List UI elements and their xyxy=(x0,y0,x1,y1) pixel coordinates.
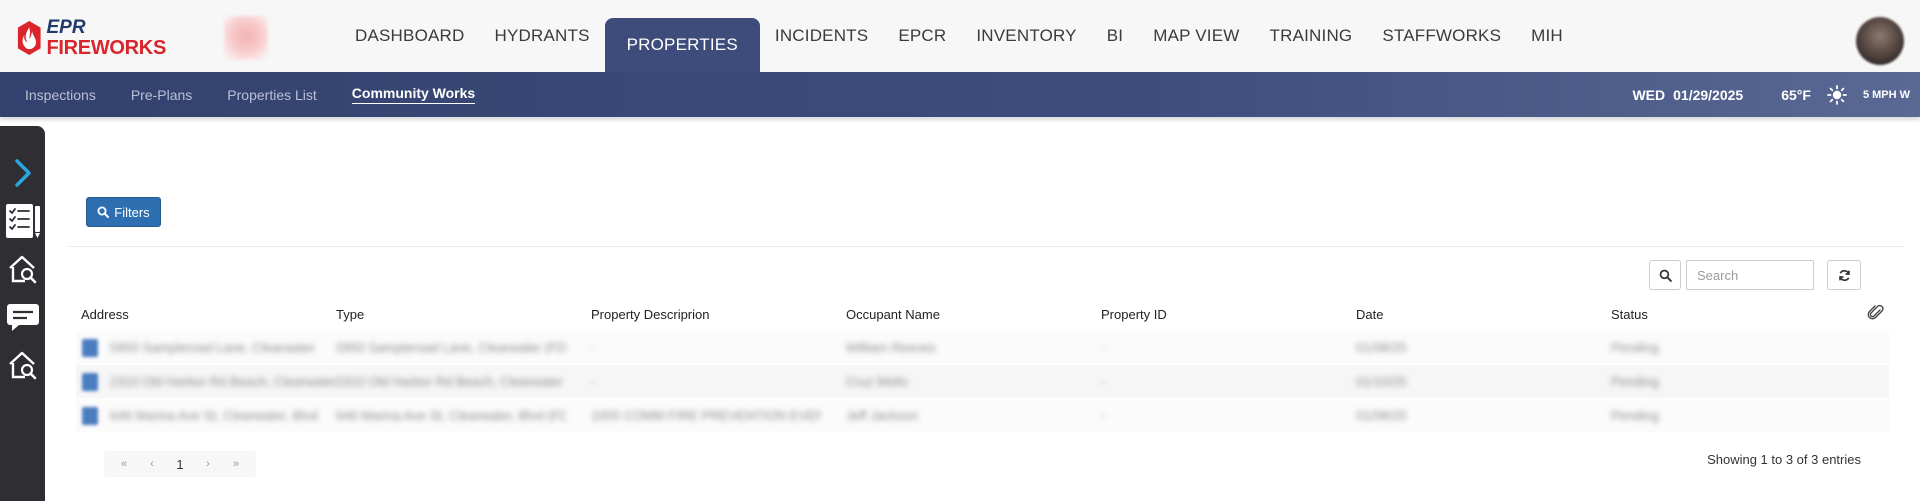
subnav-pre-plans[interactable]: Pre-Plans xyxy=(131,87,192,103)
page-next-button[interactable]: › xyxy=(194,458,222,470)
flame-logo-icon xyxy=(17,20,41,56)
nav-epcr[interactable]: EPCR xyxy=(883,0,961,72)
house-search-icon xyxy=(9,255,37,284)
search-button[interactable] xyxy=(1649,260,1681,290)
rail-chat-button[interactable] xyxy=(4,298,42,336)
cell-description: - xyxy=(591,340,596,355)
col-date[interactable]: Date xyxy=(1356,307,1383,322)
chevron-right-icon xyxy=(15,159,31,187)
page-prev-button[interactable]: ‹ xyxy=(138,458,166,470)
cell-description: - xyxy=(591,374,596,389)
cell-address: 646 Marina Ave St, Clearwater, Blvd xyxy=(110,408,318,423)
col-property-description[interactable]: Property Descriprion xyxy=(591,307,710,322)
sun-icon xyxy=(1827,84,1847,105)
cell-occupant: Cruz Mello xyxy=(846,374,909,389)
cell-type: 2310 Old Harbor Rd Beach, Clearwater (FD… xyxy=(336,374,566,389)
page-current[interactable]: 1 xyxy=(166,457,194,472)
weather-day: WED xyxy=(1632,86,1666,103)
subnav-community-works[interactable]: Community Works xyxy=(351,85,476,104)
main-nav: DASHBOARD HYDRANTS PROPERTIES INCIDENTS … xyxy=(340,0,1578,72)
weather-wind: 5 MPH W xyxy=(1862,88,1910,101)
filters-button[interactable]: Filters xyxy=(86,197,161,227)
rail-property-search-button[interactable] xyxy=(4,250,42,288)
filters-button-label: Filters xyxy=(114,204,150,220)
entries-info: Showing 1 to 3 of 3 entries xyxy=(1707,452,1861,467)
row-select-checkbox[interactable] xyxy=(82,407,98,425)
logo-fireworks-text: FIREWORKS xyxy=(46,37,166,59)
nav-staffworks[interactable]: STAFFWORKS xyxy=(1367,0,1516,72)
nav-training[interactable]: TRAINING xyxy=(1255,0,1368,72)
table-row[interactable]: 5950 Sampleroad Lane, Clearwater 5950 Sa… xyxy=(76,330,1889,364)
refresh-button[interactable] xyxy=(1827,260,1861,290)
nav-incidents[interactable]: INCIDENTS xyxy=(760,0,883,72)
cell-status: Pending xyxy=(1611,340,1659,355)
table-row[interactable]: 646 Marina Ave St, Clearwater, Blvd 646 … xyxy=(76,398,1889,432)
community-works-table: Address Type Property Descriprion Occupa… xyxy=(76,300,1889,432)
col-type[interactable]: Type xyxy=(336,307,364,322)
cell-property-id: - xyxy=(1101,408,1106,423)
subnav-properties-list[interactable]: Properties List xyxy=(227,87,316,103)
user-avatar[interactable] xyxy=(1856,17,1904,65)
col-occupant-name[interactable]: Occupant Name xyxy=(846,307,940,322)
table-header: Address Type Property Descriprion Occupa… xyxy=(76,300,1889,330)
subnav-inspections[interactable]: Inspections xyxy=(25,87,96,103)
sub-navbar: Inspections Pre-Plans Properties List Co… xyxy=(0,72,1920,117)
house-search-icon xyxy=(9,351,37,380)
cell-date: 01/08/25 xyxy=(1356,408,1407,423)
logo-epr-text: EPR xyxy=(46,17,86,38)
cell-status: Pending xyxy=(1611,408,1659,423)
pagination: « ‹ 1 › » xyxy=(104,451,256,477)
cell-address: 5950 Sampleroad Lane, Clearwater xyxy=(110,340,316,355)
weather-widget: WED 01/29/2025 65°F 5 MPH W xyxy=(1632,72,1910,117)
nav-bi[interactable]: BI xyxy=(1092,0,1138,72)
col-address[interactable]: Address xyxy=(81,307,129,322)
paperclip-icon[interactable] xyxy=(1867,304,1885,322)
nav-properties[interactable]: PROPERTIES xyxy=(604,18,760,72)
top-navbar: EPR FIREWORKS DASHBOARD HYDRANTS PROPERT… xyxy=(0,0,1920,72)
cell-description: 1005 COMM FIRE PREVENTION EVENTS xyxy=(591,408,821,423)
row-select-checkbox[interactable] xyxy=(82,339,98,357)
cell-address: 2310 Old Harbor Rd Beach, Clearwater xyxy=(110,374,337,389)
nav-dashboard[interactable]: DASHBOARD xyxy=(340,0,480,72)
page-last-button[interactable]: » xyxy=(222,458,250,470)
cell-occupant: Jeff Jackson xyxy=(846,408,919,423)
cell-date: 01/08/25 xyxy=(1356,340,1407,355)
rail-checklist-button[interactable] xyxy=(4,202,42,240)
col-property-id[interactable]: Property ID xyxy=(1101,307,1167,322)
weather-date: 01/29/2025 xyxy=(1673,86,1744,103)
table-row[interactable]: 2310 Old Harbor Rd Beach, Clearwater 231… xyxy=(76,364,1889,398)
refresh-icon xyxy=(1838,269,1850,281)
search-input[interactable] xyxy=(1686,260,1814,290)
epr-fireworks-logo[interactable]: EPR FIREWORKS xyxy=(16,18,166,58)
sub-nav: Inspections Pre-Plans Properties List Co… xyxy=(25,72,510,117)
side-rail xyxy=(0,126,45,501)
nav-map-view[interactable]: MAP VIEW xyxy=(1138,0,1254,72)
cell-type: 5950 Sampleroad Lane, Clearwater (FD) xyxy=(336,340,566,355)
nav-inventory[interactable]: INVENTORY xyxy=(961,0,1091,72)
page-first-button[interactable]: « xyxy=(110,458,138,470)
checklist-icon xyxy=(6,204,40,238)
cell-property-id: - xyxy=(1101,340,1106,355)
rail-property-search-button-2[interactable] xyxy=(4,346,42,384)
search-icon xyxy=(1659,269,1672,282)
cell-property-id: - xyxy=(1101,374,1106,389)
row-select-checkbox[interactable] xyxy=(82,373,98,391)
rail-expand-button[interactable] xyxy=(4,154,42,192)
cell-occupant: William Reeves xyxy=(846,340,936,355)
organization-seal-image xyxy=(224,16,268,60)
chat-icon xyxy=(7,304,39,331)
cell-status: Pending xyxy=(1611,374,1659,389)
search-icon xyxy=(97,206,110,218)
nav-hydrants[interactable]: HYDRANTS xyxy=(480,0,605,72)
nav-mih[interactable]: MIH xyxy=(1516,0,1578,72)
section-divider xyxy=(68,246,1904,247)
cell-date: 01/10/25 xyxy=(1356,374,1407,389)
col-status[interactable]: Status xyxy=(1611,307,1648,322)
weather-temp: 65°F xyxy=(1781,86,1811,103)
cell-type: 646 Marina Ave St, Clearwater, Blvd (FD) xyxy=(336,408,566,423)
